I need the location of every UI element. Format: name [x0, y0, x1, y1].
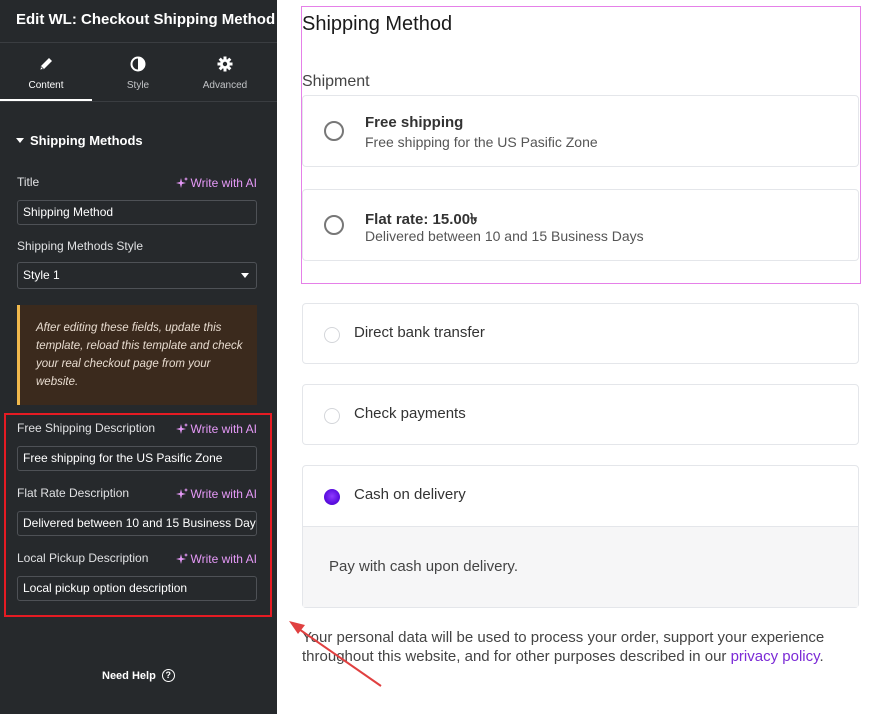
- payment-option-bank-transfer[interactable]: Direct bank transfer: [302, 303, 859, 364]
- info-notice: After editing these fields, update this …: [17, 305, 257, 405]
- chevron-down-icon: [241, 273, 249, 278]
- ai-label: Write with AI: [190, 176, 257, 190]
- radio-button[interactable]: [324, 327, 340, 343]
- tab-label: Content: [28, 80, 64, 91]
- shipping-style-select[interactable]: Style 1: [17, 262, 257, 289]
- highlight-box: [4, 413, 272, 617]
- panel-header: Edit WL: Checkout Shipping Method: [0, 0, 277, 43]
- pencil-icon: [0, 56, 92, 74]
- payment-description-box: Pay with cash upon delivery.: [303, 526, 858, 607]
- caret-down-icon: [16, 138, 24, 143]
- style-label: Shipping Methods Style: [17, 239, 144, 253]
- payment-name: Check payments: [354, 405, 466, 422]
- select-value: Style 1: [23, 268, 60, 282]
- radio-button[interactable]: [324, 121, 344, 141]
- privacy-policy-link[interactable]: privacy policy: [731, 648, 820, 665]
- option-description: Delivered between 10 and 15 Business Day…: [365, 228, 644, 244]
- payment-name: Direct bank transfer: [354, 324, 485, 341]
- shipping-option-flat-rate[interactable]: Flat rate: 15.00৳ Delivered between 10 a…: [302, 189, 859, 261]
- radio-button[interactable]: [324, 408, 340, 424]
- divider: [0, 101, 277, 102]
- section-toggle-shipping-methods[interactable]: Shipping Methods: [16, 133, 143, 148]
- tab-content[interactable]: Content: [0, 44, 92, 101]
- radio-button[interactable]: [324, 215, 344, 235]
- title-input[interactable]: Shipping Method: [17, 200, 257, 225]
- shipping-method-title: Shipping Method: [302, 13, 453, 35]
- panel-title: Edit WL: Checkout Shipping Method: [16, 11, 276, 28]
- editor-panel: Edit WL: Checkout Shipping Method Conten…: [0, 0, 277, 714]
- write-with-ai-button[interactable]: Write with AI: [175, 176, 257, 190]
- section-title: Shipping Methods: [30, 133, 143, 148]
- shipment-subtitle: Shipment: [302, 73, 370, 90]
- radio-button-selected[interactable]: [324, 489, 340, 505]
- tab-label: Style: [126, 80, 150, 91]
- tab-style[interactable]: Style: [92, 44, 184, 101]
- contrast-icon: [92, 56, 184, 74]
- title-label: Title: [17, 175, 40, 189]
- option-description: Free shipping for the US Pasific Zone: [365, 134, 598, 150]
- sparkle-icon: [175, 177, 188, 188]
- privacy-end: .: [819, 648, 824, 665]
- tab-label: Advanced: [202, 80, 248, 91]
- payment-description: Pay with cash upon delivery.: [329, 558, 518, 575]
- tab-advanced[interactable]: Advanced: [179, 44, 271, 101]
- payment-option-check[interactable]: Check payments: [302, 384, 859, 445]
- help-icon: ?: [161, 669, 175, 682]
- privacy-notice: Your personal data will be used to proce…: [302, 628, 887, 666]
- gear-icon: [179, 56, 271, 74]
- need-help-link[interactable]: Need Help ?: [102, 669, 175, 682]
- option-name: Free shipping: [365, 114, 464, 131]
- need-help-label: Need Help: [102, 669, 156, 682]
- shipping-option-free[interactable]: Free shipping Free shipping for the US P…: [302, 95, 859, 167]
- payment-option-cod[interactable]: Cash on delivery Pay with cash upon deli…: [302, 465, 859, 608]
- payment-name: Cash on delivery: [354, 486, 466, 503]
- preview-canvas: Shipping Method Shipment Free shipping F…: [277, 0, 893, 714]
